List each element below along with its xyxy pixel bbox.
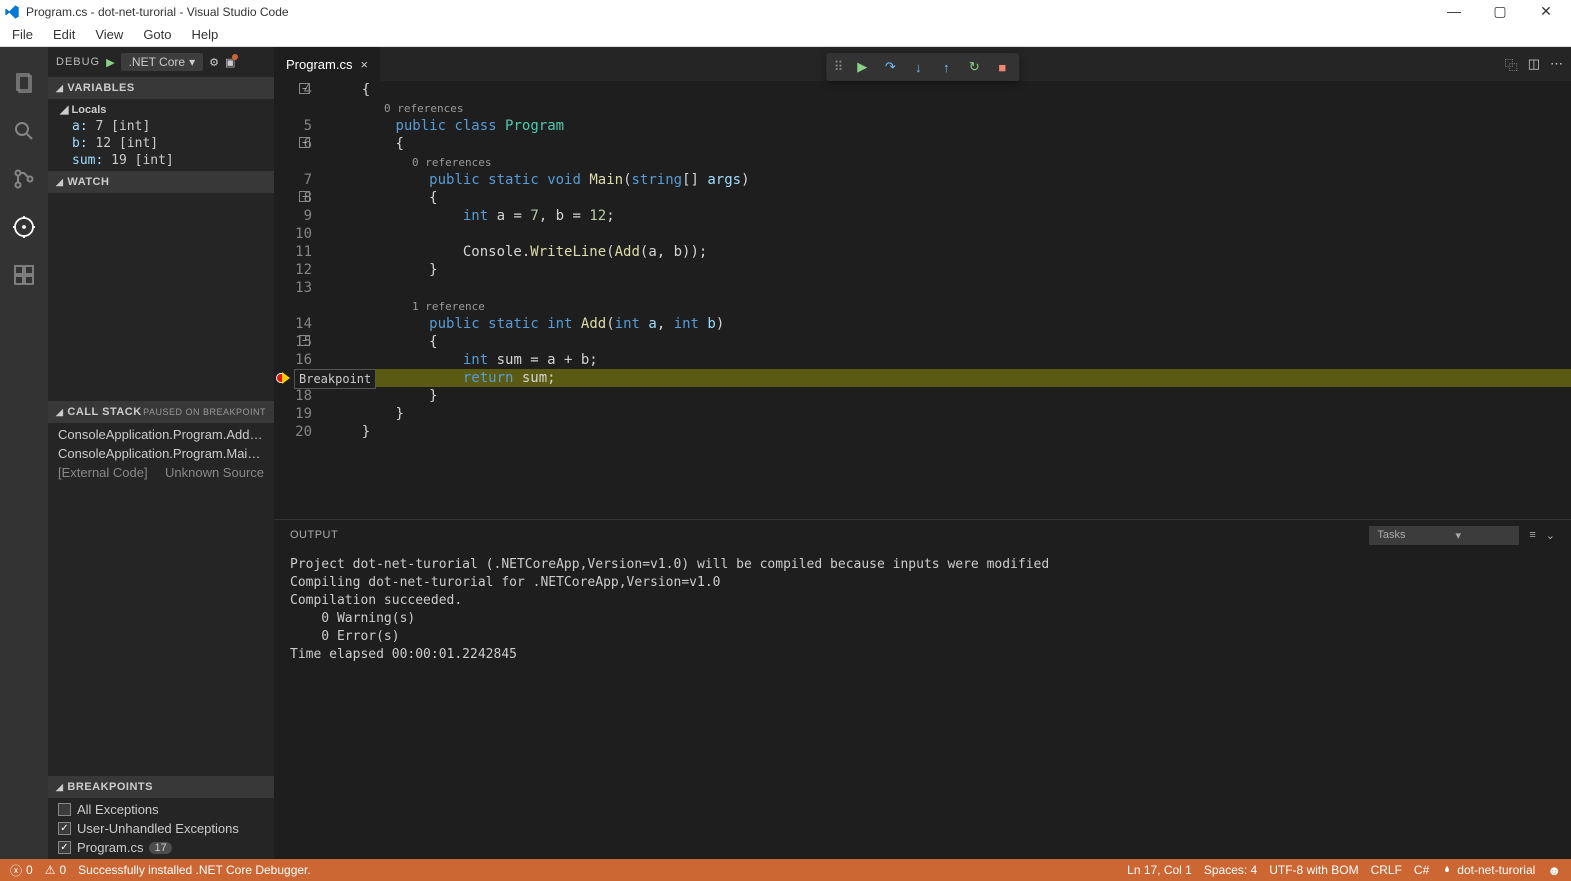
status-errors[interactable]: ⓧ 0 xyxy=(4,862,39,879)
titlebar-title: Program.cs - dot-net-turorial - Visual S… xyxy=(26,5,289,19)
extensions-icon[interactable] xyxy=(0,251,48,299)
start-debug-button[interactable]: ▶ xyxy=(106,56,114,69)
status-eol[interactable]: CRLF xyxy=(1365,863,1408,877)
debug-toolbar: ⠿ ▶ ↷ ↓ ↑ ↻ ■ xyxy=(826,53,1020,81)
stop-button[interactable]: ■ xyxy=(989,56,1015,78)
more-icon[interactable]: ⋯ xyxy=(1550,56,1563,72)
explorer-icon[interactable] xyxy=(0,59,48,107)
callstack-section: ◢CALL STACKPAUSED ON BREAKPOINT ConsoleA… xyxy=(48,401,274,484)
output-title: OUTPUT xyxy=(290,529,338,541)
vscode-icon xyxy=(4,4,20,20)
variable-row[interactable]: sum: 19 [int] xyxy=(48,152,274,169)
close-button[interactable]: ✕ xyxy=(1531,3,1561,20)
status-feedback[interactable]: ☻ xyxy=(1541,863,1567,878)
toggle-panel-icon[interactable]: ⌄ xyxy=(1546,529,1555,542)
gear-icon[interactable]: ⚙ xyxy=(209,56,219,69)
menu-help[interactable]: Help xyxy=(182,25,229,44)
menu-goto[interactable]: Goto xyxy=(133,25,181,44)
tab-label: Program.cs xyxy=(286,57,352,72)
editor-area: Program.cs × ⿻ ◫ ⋯ ⠿ ▶ ↷ ↓ ↑ ↻ ■ 4−56−78… xyxy=(274,47,1571,859)
menubar: FileEditViewGotoHelp xyxy=(0,23,1571,47)
status-warnings[interactable]: ⚠ 0 xyxy=(39,863,72,877)
activitybar xyxy=(0,47,48,859)
debug-header: DEBUG ▶ .NET Core▾ ⚙ ▣ xyxy=(48,47,274,77)
debug-config-dropdown[interactable]: .NET Core▾ xyxy=(121,53,204,71)
variable-row[interactable]: b: 12 [int] xyxy=(48,135,274,152)
checkbox[interactable] xyxy=(58,822,71,835)
drag-grip-icon[interactable]: ⠿ xyxy=(830,59,848,75)
debug-sidebar: DEBUG ▶ .NET Core▾ ⚙ ▣ ◢VARIABLES ◢ Loca… xyxy=(48,47,274,859)
window-controls: — ▢ ✕ xyxy=(1439,3,1561,20)
status-message[interactable]: Successfully installed .NET Core Debugge… xyxy=(72,863,317,877)
watch-header[interactable]: ◢WATCH xyxy=(48,171,274,193)
callstack-header[interactable]: ◢CALL STACKPAUSED ON BREAKPOINT xyxy=(48,401,274,423)
copy-icon[interactable]: ⿻ xyxy=(1505,55,1518,74)
status-encoding[interactable]: UTF-8 with BOM xyxy=(1263,863,1364,877)
debug-console-icon[interactable]: ▣ xyxy=(225,56,235,69)
breakpoint-row[interactable]: All Exceptions xyxy=(48,800,274,819)
minimize-button[interactable]: — xyxy=(1439,3,1469,20)
callstack-frame[interactable]: ConsoleApplication.Program.Main(s... xyxy=(48,444,274,463)
search-icon[interactable] xyxy=(0,107,48,155)
breakpoint-row[interactable]: User-Unhandled Exceptions xyxy=(48,819,274,838)
code-editor[interactable]: 4−56−78−9101112131415−1617181920 {0 refe… xyxy=(274,81,1571,519)
breakpoint-row[interactable]: Program.cs17 xyxy=(48,838,274,857)
statusbar: ⓧ 0 ⚠ 0 Successfully installed .NET Core… xyxy=(0,859,1571,881)
tab-close-icon[interactable]: × xyxy=(360,57,368,72)
output-channel-dropdown[interactable]: Tasks▾ xyxy=(1369,526,1519,545)
variables-scope-locals[interactable]: ◢ Locals xyxy=(48,101,274,118)
clear-output-icon[interactable]: ≡ xyxy=(1529,529,1535,542)
status-language[interactable]: C# xyxy=(1408,863,1435,877)
output-header: OUTPUT Tasks▾ ≡ ⌄ xyxy=(274,520,1571,550)
menu-edit[interactable]: Edit xyxy=(43,25,85,44)
step-into-button[interactable]: ↓ xyxy=(905,56,931,78)
checkbox[interactable] xyxy=(58,841,71,854)
restart-button[interactable]: ↻ xyxy=(961,56,987,78)
callstack-frame[interactable]: ConsoleApplication.Program.Add(in... xyxy=(48,425,274,444)
watch-section: ◢WATCH xyxy=(48,171,274,401)
titlebar: Program.cs - dot-net-turorial - Visual S… xyxy=(0,0,1571,23)
execution-pointer-icon xyxy=(282,372,290,384)
variables-section: ◢VARIABLES ◢ Locals a: 7 [int]b: 12 [int… xyxy=(48,77,274,171)
breakpoint-label: Breakpoint xyxy=(294,369,376,389)
checkbox[interactable] xyxy=(58,803,71,816)
step-over-button[interactable]: ↷ xyxy=(877,56,903,78)
editor-tab[interactable]: Program.cs × xyxy=(274,47,380,81)
breakpoints-section: ◢BREAKPOINTS All ExceptionsUser-Unhandle… xyxy=(48,776,274,859)
status-project[interactable]: dot-net-turorial xyxy=(1435,863,1541,877)
menu-file[interactable]: File xyxy=(2,25,43,44)
variable-row[interactable]: a: 7 [int] xyxy=(48,118,274,135)
continue-button[interactable]: ▶ xyxy=(849,56,875,78)
status-cursor-position[interactable]: Ln 17, Col 1 xyxy=(1121,863,1198,877)
status-indentation[interactable]: Spaces: 4 xyxy=(1198,863,1263,877)
output-panel: OUTPUT Tasks▾ ≡ ⌄ Project dot-net-turori… xyxy=(274,519,1571,859)
git-icon[interactable] xyxy=(0,155,48,203)
variables-header[interactable]: ◢VARIABLES xyxy=(48,77,274,99)
debug-icon[interactable] xyxy=(0,203,48,251)
maximize-button[interactable]: ▢ xyxy=(1485,3,1515,20)
breakpoints-header[interactable]: ◢BREAKPOINTS xyxy=(48,776,274,798)
output-content[interactable]: Project dot-net-turorial (.NETCoreApp,Ve… xyxy=(274,550,1571,859)
menu-view[interactable]: View xyxy=(85,25,133,44)
debug-title: DEBUG xyxy=(56,56,100,68)
step-out-button[interactable]: ↑ xyxy=(933,56,959,78)
split-editor-icon[interactable]: ◫ xyxy=(1528,56,1540,72)
editor-tabs: Program.cs × ⿻ ◫ ⋯ ⠿ ▶ ↷ ↓ ↑ ↻ ■ xyxy=(274,47,1571,81)
flame-icon xyxy=(1441,864,1453,876)
callstack-external[interactable]: [External Code]Unknown Source xyxy=(48,463,274,482)
